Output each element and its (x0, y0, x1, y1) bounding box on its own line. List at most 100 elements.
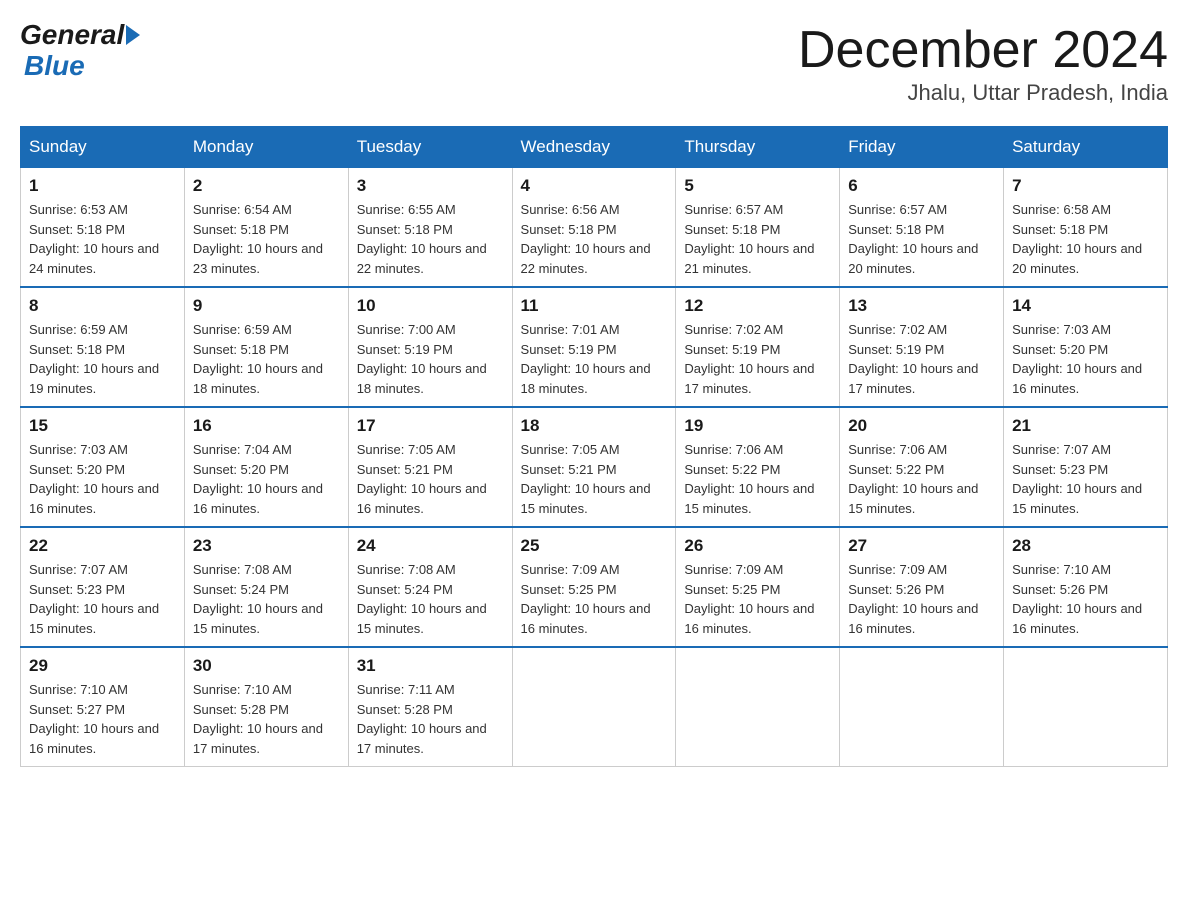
logo: General Blue (20, 20, 140, 82)
table-row: 27 Sunrise: 7:09 AMSunset: 5:26 PMDaylig… (840, 527, 1004, 647)
col-friday: Friday (840, 127, 1004, 168)
day-info: Sunrise: 7:03 AMSunset: 5:20 PMDaylight:… (1012, 322, 1142, 396)
logo-blue-text: Blue (24, 51, 140, 82)
day-number: 18 (521, 416, 668, 436)
table-row (512, 647, 676, 767)
day-info: Sunrise: 7:03 AMSunset: 5:20 PMDaylight:… (29, 442, 159, 516)
day-info: Sunrise: 7:10 AMSunset: 5:27 PMDaylight:… (29, 682, 159, 756)
table-row: 18 Sunrise: 7:05 AMSunset: 5:21 PMDaylig… (512, 407, 676, 527)
day-number: 26 (684, 536, 831, 556)
day-number: 6 (848, 176, 995, 196)
day-number: 3 (357, 176, 504, 196)
day-number: 25 (521, 536, 668, 556)
day-info: Sunrise: 7:09 AMSunset: 5:26 PMDaylight:… (848, 562, 978, 636)
day-number: 20 (848, 416, 995, 436)
day-number: 27 (848, 536, 995, 556)
table-row: 31 Sunrise: 7:11 AMSunset: 5:28 PMDaylig… (348, 647, 512, 767)
day-number: 1 (29, 176, 176, 196)
table-row: 28 Sunrise: 7:10 AMSunset: 5:26 PMDaylig… (1004, 527, 1168, 647)
day-info: Sunrise: 6:57 AMSunset: 5:18 PMDaylight:… (684, 202, 814, 276)
day-number: 15 (29, 416, 176, 436)
table-row: 14 Sunrise: 7:03 AMSunset: 5:20 PMDaylig… (1004, 287, 1168, 407)
col-monday: Monday (184, 127, 348, 168)
day-info: Sunrise: 7:02 AMSunset: 5:19 PMDaylight:… (684, 322, 814, 396)
table-row (1004, 647, 1168, 767)
table-row: 7 Sunrise: 6:58 AMSunset: 5:18 PMDayligh… (1004, 168, 1168, 288)
table-row (676, 647, 840, 767)
day-number: 7 (1012, 176, 1159, 196)
day-info: Sunrise: 7:02 AMSunset: 5:19 PMDaylight:… (848, 322, 978, 396)
day-number: 24 (357, 536, 504, 556)
day-info: Sunrise: 7:04 AMSunset: 5:20 PMDaylight:… (193, 442, 323, 516)
table-row: 5 Sunrise: 6:57 AMSunset: 5:18 PMDayligh… (676, 168, 840, 288)
table-row: 25 Sunrise: 7:09 AMSunset: 5:25 PMDaylig… (512, 527, 676, 647)
table-row: 10 Sunrise: 7:00 AMSunset: 5:19 PMDaylig… (348, 287, 512, 407)
logo-general-text: General (20, 20, 124, 51)
day-info: Sunrise: 7:09 AMSunset: 5:25 PMDaylight:… (684, 562, 814, 636)
day-number: 23 (193, 536, 340, 556)
table-row: 1 Sunrise: 6:53 AMSunset: 5:18 PMDayligh… (21, 168, 185, 288)
table-row: 19 Sunrise: 7:06 AMSunset: 5:22 PMDaylig… (676, 407, 840, 527)
day-info: Sunrise: 6:53 AMSunset: 5:18 PMDaylight:… (29, 202, 159, 276)
calendar-week-row: 29 Sunrise: 7:10 AMSunset: 5:27 PMDaylig… (21, 647, 1168, 767)
table-row: 30 Sunrise: 7:10 AMSunset: 5:28 PMDaylig… (184, 647, 348, 767)
table-row: 16 Sunrise: 7:04 AMSunset: 5:20 PMDaylig… (184, 407, 348, 527)
day-number: 2 (193, 176, 340, 196)
day-info: Sunrise: 6:55 AMSunset: 5:18 PMDaylight:… (357, 202, 487, 276)
calendar-week-row: 1 Sunrise: 6:53 AMSunset: 5:18 PMDayligh… (21, 168, 1168, 288)
day-number: 5 (684, 176, 831, 196)
day-info: Sunrise: 6:57 AMSunset: 5:18 PMDaylight:… (848, 202, 978, 276)
day-info: Sunrise: 7:05 AMSunset: 5:21 PMDaylight:… (521, 442, 651, 516)
calendar-header-row: Sunday Monday Tuesday Wednesday Thursday… (21, 127, 1168, 168)
table-row: 8 Sunrise: 6:59 AMSunset: 5:18 PMDayligh… (21, 287, 185, 407)
title-section: December 2024 Jhalu, Uttar Pradesh, Indi… (798, 20, 1168, 106)
table-row: 15 Sunrise: 7:03 AMSunset: 5:20 PMDaylig… (21, 407, 185, 527)
table-row: 17 Sunrise: 7:05 AMSunset: 5:21 PMDaylig… (348, 407, 512, 527)
day-info: Sunrise: 7:07 AMSunset: 5:23 PMDaylight:… (1012, 442, 1142, 516)
table-row: 9 Sunrise: 6:59 AMSunset: 5:18 PMDayligh… (184, 287, 348, 407)
table-row: 4 Sunrise: 6:56 AMSunset: 5:18 PMDayligh… (512, 168, 676, 288)
day-info: Sunrise: 6:54 AMSunset: 5:18 PMDaylight:… (193, 202, 323, 276)
day-info: Sunrise: 7:10 AMSunset: 5:26 PMDaylight:… (1012, 562, 1142, 636)
table-row: 29 Sunrise: 7:10 AMSunset: 5:27 PMDaylig… (21, 647, 185, 767)
calendar-week-row: 15 Sunrise: 7:03 AMSunset: 5:20 PMDaylig… (21, 407, 1168, 527)
day-number: 12 (684, 296, 831, 316)
day-info: Sunrise: 7:06 AMSunset: 5:22 PMDaylight:… (684, 442, 814, 516)
day-number: 29 (29, 656, 176, 676)
page-header: General Blue December 2024 Jhalu, Uttar … (20, 20, 1168, 106)
day-info: Sunrise: 7:00 AMSunset: 5:19 PMDaylight:… (357, 322, 487, 396)
table-row: 26 Sunrise: 7:09 AMSunset: 5:25 PMDaylig… (676, 527, 840, 647)
day-number: 10 (357, 296, 504, 316)
col-tuesday: Tuesday (348, 127, 512, 168)
day-info: Sunrise: 6:59 AMSunset: 5:18 PMDaylight:… (29, 322, 159, 396)
day-number: 16 (193, 416, 340, 436)
day-number: 8 (29, 296, 176, 316)
day-number: 17 (357, 416, 504, 436)
table-row: 13 Sunrise: 7:02 AMSunset: 5:19 PMDaylig… (840, 287, 1004, 407)
day-number: 28 (1012, 536, 1159, 556)
col-thursday: Thursday (676, 127, 840, 168)
location-subtitle: Jhalu, Uttar Pradesh, India (798, 80, 1168, 106)
col-wednesday: Wednesday (512, 127, 676, 168)
day-info: Sunrise: 7:06 AMSunset: 5:22 PMDaylight:… (848, 442, 978, 516)
day-number: 22 (29, 536, 176, 556)
table-row: 3 Sunrise: 6:55 AMSunset: 5:18 PMDayligh… (348, 168, 512, 288)
day-number: 30 (193, 656, 340, 676)
table-row: 6 Sunrise: 6:57 AMSunset: 5:18 PMDayligh… (840, 168, 1004, 288)
logo-arrow-icon (126, 25, 140, 45)
day-info: Sunrise: 6:56 AMSunset: 5:18 PMDaylight:… (521, 202, 651, 276)
table-row: 22 Sunrise: 7:07 AMSunset: 5:23 PMDaylig… (21, 527, 185, 647)
day-number: 31 (357, 656, 504, 676)
table-row (840, 647, 1004, 767)
table-row: 23 Sunrise: 7:08 AMSunset: 5:24 PMDaylig… (184, 527, 348, 647)
day-info: Sunrise: 6:58 AMSunset: 5:18 PMDaylight:… (1012, 202, 1142, 276)
calendar-week-row: 22 Sunrise: 7:07 AMSunset: 5:23 PMDaylig… (21, 527, 1168, 647)
day-info: Sunrise: 7:01 AMSunset: 5:19 PMDaylight:… (521, 322, 651, 396)
table-row: 24 Sunrise: 7:08 AMSunset: 5:24 PMDaylig… (348, 527, 512, 647)
day-info: Sunrise: 7:05 AMSunset: 5:21 PMDaylight:… (357, 442, 487, 516)
table-row: 21 Sunrise: 7:07 AMSunset: 5:23 PMDaylig… (1004, 407, 1168, 527)
month-year-title: December 2024 (798, 20, 1168, 80)
calendar-table: Sunday Monday Tuesday Wednesday Thursday… (20, 126, 1168, 767)
day-info: Sunrise: 6:59 AMSunset: 5:18 PMDaylight:… (193, 322, 323, 396)
day-number: 19 (684, 416, 831, 436)
